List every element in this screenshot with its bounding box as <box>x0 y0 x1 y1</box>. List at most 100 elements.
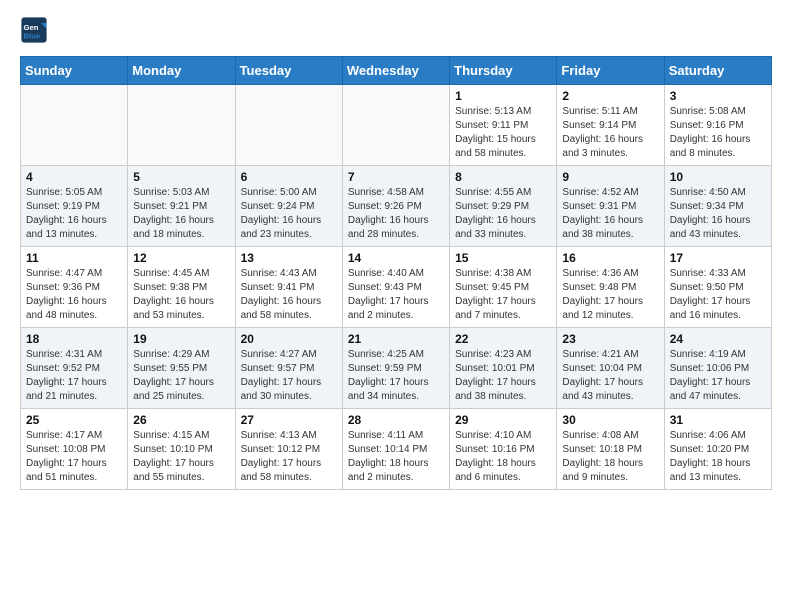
calendar-cell: 5Sunrise: 5:03 AM Sunset: 9:21 PM Daylig… <box>128 166 235 247</box>
calendar-cell: 18 Sunrise: 4:31 AM Sunset: 9:52 PM Dayli… <box>21 328 128 409</box>
day-info: Sunrise: 4:27 AM Sunset: 9:57 PM Dayligh… <box>241 348 337 404</box>
week-row-2: 4 Sunrise: 5:05 AM Sunset: 9:19 PM Daylig… <box>21 166 772 247</box>
day-number: 22 <box>455 332 551 346</box>
day-info: Sunrise: 4:29 AM Sunset: 9:55 PM Dayligh… <box>133 348 229 404</box>
day-info: Sunrise: 5:08 AM Sunset: 9:16 PM Dayligh… <box>670 105 766 161</box>
day-info: Sunrise: 4:17 AM Sunset: 10:08 PM Daylig… <box>26 429 122 485</box>
day-number: 26 <box>133 413 229 427</box>
calendar-cell: 30 Sunrise: 4:08 AM Sunset: 10:18 PM Dayl… <box>557 409 664 490</box>
day-number: 6 <box>241 170 337 184</box>
weekday-header-wednesday: Wednesday <box>342 57 449 85</box>
day-info: Sunrise: 4:33 AM Sunset: 9:50 PM Dayligh… <box>670 267 766 323</box>
calendar-cell: 21 Sunrise: 4:25 AM Sunset: 9:59 PM Dayli… <box>342 328 449 409</box>
day-info: Sunrise: 5:00 AM Sunset: 9:24 PM Dayligh… <box>241 186 337 242</box>
day-info: Sunrise: 4:11 AM Sunset: 10:14 PM Daylig… <box>348 429 444 485</box>
weekday-header-monday: Monday <box>128 57 235 85</box>
day-number: 16 <box>562 251 658 265</box>
calendar-cell: 10Sunrise: 4:50 AM Sunset: 9:34 PM Dayli… <box>664 166 771 247</box>
day-info: Sunrise: 5:13 AM Sunset: 9:11 PM Dayligh… <box>455 105 551 161</box>
calendar-cell: 8 Sunrise: 4:55 AM Sunset: 9:29 PM Daylig… <box>450 166 557 247</box>
day-number: 10 <box>670 170 766 184</box>
day-info: Sunrise: 4:08 AM Sunset: 10:18 PM Daylig… <box>562 429 658 485</box>
weekday-header-tuesday: Tuesday <box>235 57 342 85</box>
day-number: 25 <box>26 413 122 427</box>
week-row-4: 18 Sunrise: 4:31 AM Sunset: 9:52 PM Dayli… <box>21 328 772 409</box>
calendar-cell: 28 Sunrise: 4:11 AM Sunset: 10:14 PM Dayl… <box>342 409 449 490</box>
day-number: 17 <box>670 251 766 265</box>
day-number: 18 <box>26 332 122 346</box>
calendar-cell <box>21 85 128 166</box>
day-info: Sunrise: 4:31 AM Sunset: 9:52 PM Dayligh… <box>26 348 122 404</box>
day-number: 28 <box>348 413 444 427</box>
day-info: Sunrise: 4:19 AM Sunset: 10:06 PM Daylig… <box>670 348 766 404</box>
day-info: Sunrise: 5:11 AM Sunset: 9:14 PM Dayligh… <box>562 105 658 161</box>
day-number: 11 <box>26 251 122 265</box>
day-info: Sunrise: 4:47 AM Sunset: 9:36 PM Dayligh… <box>26 267 122 323</box>
day-number: 8 <box>455 170 551 184</box>
calendar-cell: 15Sunrise: 4:38 AM Sunset: 9:45 PM Dayli… <box>450 247 557 328</box>
day-info: Sunrise: 4:15 AM Sunset: 10:10 PM Daylig… <box>133 429 229 485</box>
calendar-cell: 17 Sunrise: 4:33 AM Sunset: 9:50 PM Dayli… <box>664 247 771 328</box>
day-info: Sunrise: 4:25 AM Sunset: 9:59 PM Dayligh… <box>348 348 444 404</box>
calendar-cell: 9 Sunrise: 4:52 AM Sunset: 9:31 PM Daylig… <box>557 166 664 247</box>
week-row-1: 1 Sunrise: 5:13 AM Sunset: 9:11 PM Daylig… <box>21 85 772 166</box>
calendar-cell: 26 Sunrise: 4:15 AM Sunset: 10:10 PM Dayl… <box>128 409 235 490</box>
week-row-3: 11 Sunrise: 4:47 AM Sunset: 9:36 PM Dayli… <box>21 247 772 328</box>
calendar-cell: 7Sunrise: 4:58 AM Sunset: 9:26 PM Daylig… <box>342 166 449 247</box>
day-number: 20 <box>241 332 337 346</box>
day-number: 14 <box>348 251 444 265</box>
logo: Gen Blue <box>20 16 52 44</box>
day-number: 2 <box>562 89 658 103</box>
weekday-header-row: SundayMondayTuesdayWednesdayThursdayFrid… <box>21 57 772 85</box>
header: Gen Blue <box>20 16 772 44</box>
day-number: 12 <box>133 251 229 265</box>
day-info: Sunrise: 4:43 AM Sunset: 9:41 PM Dayligh… <box>241 267 337 323</box>
day-info: Sunrise: 4:23 AM Sunset: 10:01 PM Daylig… <box>455 348 551 404</box>
day-number: 31 <box>670 413 766 427</box>
page: Gen Blue SundayMondayTuesdayWednesdayThu… <box>0 0 792 510</box>
day-info: Sunrise: 4:38 AM Sunset: 9:45 PM Dayligh… <box>455 267 551 323</box>
day-info: Sunrise: 4:45 AM Sunset: 9:38 PM Dayligh… <box>133 267 229 323</box>
day-number: 13 <box>241 251 337 265</box>
calendar-cell: 27 Sunrise: 4:13 AM Sunset: 10:12 PM Dayl… <box>235 409 342 490</box>
day-info: Sunrise: 4:06 AM Sunset: 10:20 PM Daylig… <box>670 429 766 485</box>
day-info: Sunrise: 5:05 AM Sunset: 9:19 PM Dayligh… <box>26 186 122 242</box>
day-info: Sunrise: 4:55 AM Sunset: 9:29 PM Dayligh… <box>455 186 551 242</box>
calendar-cell: 25 Sunrise: 4:17 AM Sunset: 10:08 PM Dayl… <box>21 409 128 490</box>
calendar-cell: 16 Sunrise: 4:36 AM Sunset: 9:48 PM Dayli… <box>557 247 664 328</box>
day-number: 7 <box>348 170 444 184</box>
day-info: Sunrise: 4:10 AM Sunset: 10:16 PM Daylig… <box>455 429 551 485</box>
calendar-cell: 29 Sunrise: 4:10 AM Sunset: 10:16 PM Dayl… <box>450 409 557 490</box>
calendar-cell: 12 Sunrise: 4:45 AM Sunset: 9:38 PM Dayli… <box>128 247 235 328</box>
day-number: 24 <box>670 332 766 346</box>
calendar-cell: 22 Sunrise: 4:23 AM Sunset: 10:01 PM Dayl… <box>450 328 557 409</box>
day-info: Sunrise: 4:36 AM Sunset: 9:48 PM Dayligh… <box>562 267 658 323</box>
logo-icon: Gen Blue <box>20 16 48 44</box>
day-number: 30 <box>562 413 658 427</box>
calendar-cell: 11 Sunrise: 4:47 AM Sunset: 9:36 PM Dayli… <box>21 247 128 328</box>
day-info: Sunrise: 4:21 AM Sunset: 10:04 PM Daylig… <box>562 348 658 404</box>
day-number: 29 <box>455 413 551 427</box>
calendar-cell <box>128 85 235 166</box>
day-number: 1 <box>455 89 551 103</box>
calendar-cell: 23 Sunrise: 4:21 AM Sunset: 10:04 PM Dayl… <box>557 328 664 409</box>
day-number: 9 <box>562 170 658 184</box>
day-info: Sunrise: 4:40 AM Sunset: 9:43 PM Dayligh… <box>348 267 444 323</box>
day-number: 4 <box>26 170 122 184</box>
calendar-cell: 31 Sunrise: 4:06 AM Sunset: 10:20 PM Dayl… <box>664 409 771 490</box>
calendar-cell: 4 Sunrise: 5:05 AM Sunset: 9:19 PM Daylig… <box>21 166 128 247</box>
day-number: 27 <box>241 413 337 427</box>
day-number: 5 <box>133 170 229 184</box>
weekday-header-friday: Friday <box>557 57 664 85</box>
day-number: 23 <box>562 332 658 346</box>
day-info: Sunrise: 4:13 AM Sunset: 10:12 PM Daylig… <box>241 429 337 485</box>
calendar-cell: 20 Sunrise: 4:27 AM Sunset: 9:57 PM Dayli… <box>235 328 342 409</box>
calendar-cell: 1 Sunrise: 5:13 AM Sunset: 9:11 PM Daylig… <box>450 85 557 166</box>
week-row-5: 25 Sunrise: 4:17 AM Sunset: 10:08 PM Dayl… <box>21 409 772 490</box>
calendar-cell: 2 Sunrise: 5:11 AM Sunset: 9:14 PM Daylig… <box>557 85 664 166</box>
day-info: Sunrise: 4:52 AM Sunset: 9:31 PM Dayligh… <box>562 186 658 242</box>
weekday-header-thursday: Thursday <box>450 57 557 85</box>
day-number: 21 <box>348 332 444 346</box>
calendar-cell: 13 Sunrise: 4:43 AM Sunset: 9:41 PM Dayli… <box>235 247 342 328</box>
svg-text:Blue: Blue <box>24 31 41 40</box>
